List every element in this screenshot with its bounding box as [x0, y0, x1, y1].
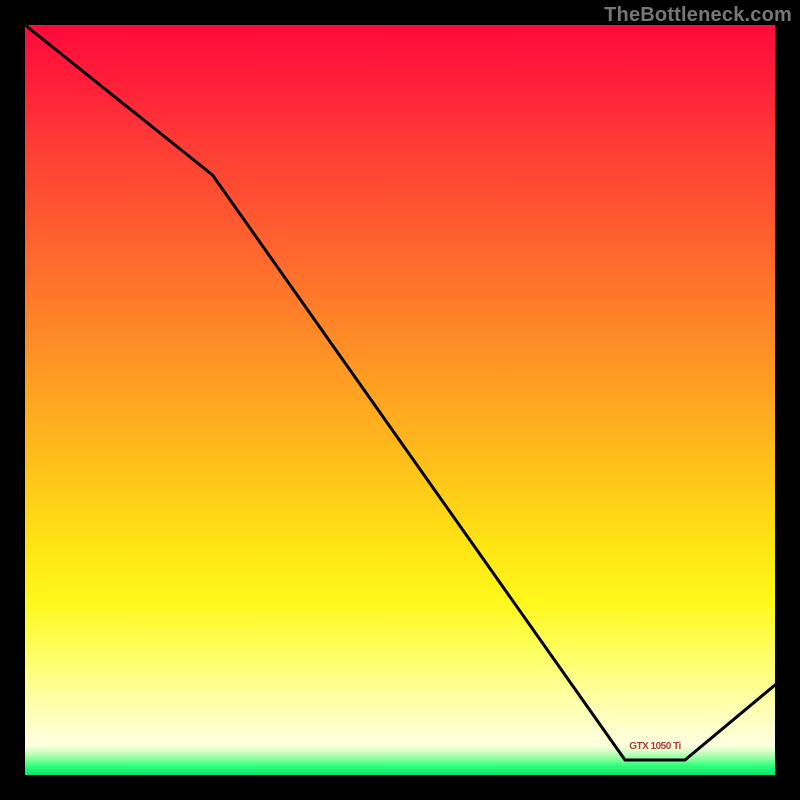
- chart-stage: TheBottleneck.com GTX 1050 Ti: [0, 0, 800, 800]
- bottleneck-line: [25, 25, 775, 775]
- watermark-text: TheBottleneck.com: [604, 4, 792, 27]
- valley-annotation: GTX 1050 Ti: [629, 741, 681, 752]
- plot-area: GTX 1050 Ti: [25, 25, 775, 775]
